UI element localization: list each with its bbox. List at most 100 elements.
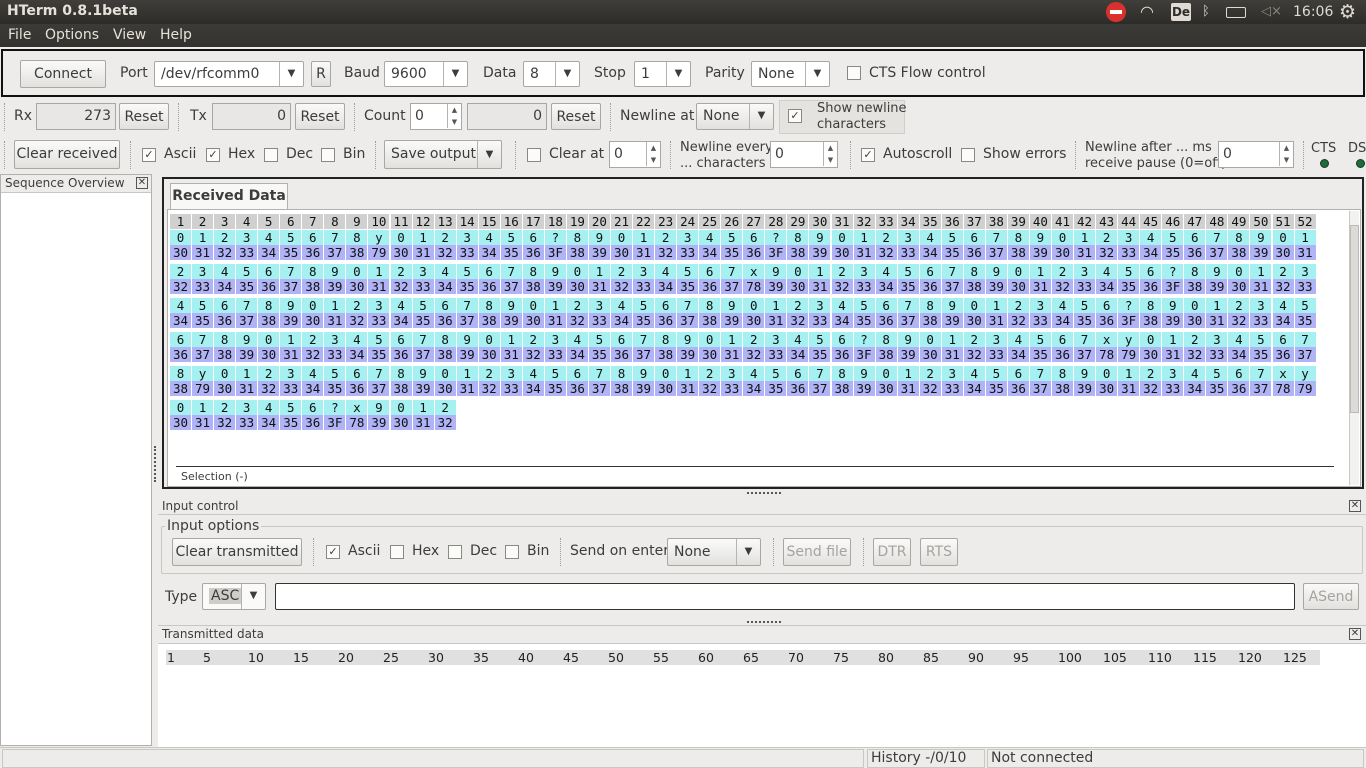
hex-byte-cell[interactable]: 35 [765,381,787,396]
hex-byte-cell[interactable]: 33 [897,245,919,260]
hex-byte-cell[interactable]: 3F [1162,279,1184,294]
hex-byte-cell[interactable]: 38 [919,313,941,328]
ascii-byte-cell[interactable]: 8 [875,332,897,347]
hex-byte-cell[interactable]: 38 [1140,313,1162,328]
connect-button[interactable]: Connect [20,60,106,88]
hex-byte-cell[interactable]: 79 [368,245,390,260]
ascii-byte-cell[interactable]: 6 [390,332,412,347]
hex-byte-cell[interactable]: 38 [214,347,236,362]
hex-byte-cell[interactable]: 3F [544,245,566,260]
hex-byte-cell[interactable]: 30 [170,415,191,430]
hex-byte-cell[interactable]: 35 [721,245,743,260]
hex-byte-cell[interactable]: 36 [699,279,721,294]
hex-byte-cell[interactable]: 39 [765,279,787,294]
ascii-byte-cell[interactable]: 5 [677,264,699,279]
ascii-byte-cell[interactable]: 4 [699,230,721,245]
hex-byte-cell[interactable]: 38 [346,245,368,260]
port-combobox[interactable]: /dev/rfcomm0 ▼ [154,61,304,87]
hex-byte-cell[interactable]: 35 [588,347,610,362]
spin-down-icon[interactable]: ▼ [646,154,660,166]
ascii-byte-cell[interactable]: 0 [1052,230,1073,245]
hex-byte-cell[interactable]: 32 [522,347,544,362]
hex-byte-cell[interactable]: 36 [566,381,588,396]
hex-byte-cell[interactable]: 36 [1184,245,1206,260]
hex-byte-cell[interactable]: 39 [721,313,743,328]
hex-byte-cell[interactable]: 79 [1294,381,1316,396]
ascii-byte-cell[interactable]: 9 [456,332,478,347]
ascii-byte-cell[interactable]: 4 [478,230,500,245]
hex-byte-cell[interactable]: 38 [434,347,456,362]
ascii-byte-cell[interactable]: x [1096,332,1118,347]
hex-byte-cell[interactable]: 37 [721,279,743,294]
ascii-byte-cell[interactable]: 0 [390,230,412,245]
hex-byte-cell[interactable]: 36 [875,313,897,328]
ascii-byte-cell[interactable]: 3 [192,264,214,279]
hex-byte-cell[interactable]: 38 [390,381,412,396]
hex-byte-cell[interactable]: 30 [302,313,324,328]
send-file-button[interactable]: Send file [783,538,851,566]
ascii-byte-cell[interactable]: 4 [258,400,280,415]
ascii-byte-cell[interactable]: 5 [544,366,566,381]
ascii-byte-cell[interactable]: 8 [919,298,941,313]
hex-byte-cell[interactable]: 36 [963,245,985,260]
hex-byte-cell[interactable]: 33 [721,381,743,396]
hex-byte-cell[interactable]: 34 [1096,279,1118,294]
ascii-byte-cell[interactable]: x [346,400,368,415]
newline-every-spinbox[interactable]: 0 ▲ ▼ [770,141,838,168]
ascii-byte-cell[interactable]: 0 [302,298,324,313]
hex-byte-cell[interactable]: 32 [1140,381,1162,396]
show-errors-checkbox[interactable] [961,148,975,162]
hex-byte-cell[interactable]: 33 [368,313,390,328]
ascii-byte-cell[interactable]: 4 [1096,264,1118,279]
ascii-byte-cell[interactable]: 9 [853,366,875,381]
ascii-byte-cell[interactable]: 6 [1007,366,1029,381]
ascii-byte-cell[interactable]: 2 [1272,264,1294,279]
hex-byte-cell[interactable]: 32 [214,245,236,260]
ascii-byte-cell[interactable]: 4 [1140,230,1162,245]
hex-byte-cell[interactable]: 34 [743,381,765,396]
ascii-byte-cell[interactable]: 8 [1184,264,1206,279]
hex-byte-cell[interactable]: 32 [1272,279,1294,294]
ascii-byte-cell[interactable]: 5 [1294,298,1316,313]
ascii-byte-cell[interactable]: 0 [170,400,191,415]
hex-byte-cell[interactable]: 31 [1162,347,1184,362]
ascii-byte-cell[interactable]: 1 [677,366,699,381]
ascii-byte-cell[interactable]: 2 [434,400,456,415]
hex-byte-cell[interactable]: 35 [677,279,699,294]
ascii-byte-cell[interactable]: 7 [588,366,610,381]
hex-byte-cell[interactable]: 39 [853,381,875,396]
hex-byte-cell[interactable]: 35 [1162,245,1184,260]
ascii-byte-cell[interactable]: 0 [611,230,632,245]
hex-byte-cell[interactable]: 33 [412,279,434,294]
hex-byte-cell[interactable]: 30 [390,415,412,430]
ascii-byte-cell[interactable]: 6 [258,264,280,279]
hex-byte-cell[interactable]: 39 [324,279,346,294]
hex-byte-cell[interactable]: 34 [875,279,897,294]
ascii-byte-cell[interactable]: 0 [1272,230,1294,245]
hex-byte-cell[interactable]: 38 [963,279,985,294]
ascii-byte-cell[interactable]: 3 [544,332,566,347]
hex-byte-cell[interactable]: 35 [456,279,478,294]
hex-byte-cell[interactable]: 32 [1096,245,1118,260]
ascii-byte-cell[interactable]: 1 [1118,366,1140,381]
ascii-byte-cell[interactable]: 6 [919,264,941,279]
hex-byte-cell[interactable]: 31 [544,313,566,328]
spin-up-icon[interactable]: ▲ [1279,142,1293,154]
hex-byte-cell[interactable]: 37 [1294,347,1316,362]
ascii-byte-cell[interactable]: 9 [236,332,258,347]
hex-byte-cell[interactable]: 33 [1074,279,1096,294]
hex-byte-cell[interactable]: 32 [1007,313,1029,328]
ascii-byte-cell[interactable]: 1 [809,264,831,279]
hex-byte-cell[interactable]: 30 [831,245,853,260]
ascii-byte-cell[interactable]: 6 [1272,332,1294,347]
hex-byte-cell[interactable]: 30 [258,347,280,362]
hex-byte-cell[interactable]: 35 [280,415,302,430]
hex-byte-cell[interactable]: 32 [963,347,985,362]
ascii-byte-cell[interactable]: 3 [633,264,655,279]
stop-bits-combobox[interactable]: 1 ▼ [634,61,691,87]
ascii-byte-cell[interactable]: 6 [1184,230,1206,245]
hex-byte-cell[interactable]: 38 [1052,381,1073,396]
hex-byte-cell[interactable]: 79 [1118,347,1140,362]
hex-byte-cell[interactable]: 37 [1206,245,1228,260]
hex-byte-cell[interactable]: 36 [478,279,500,294]
